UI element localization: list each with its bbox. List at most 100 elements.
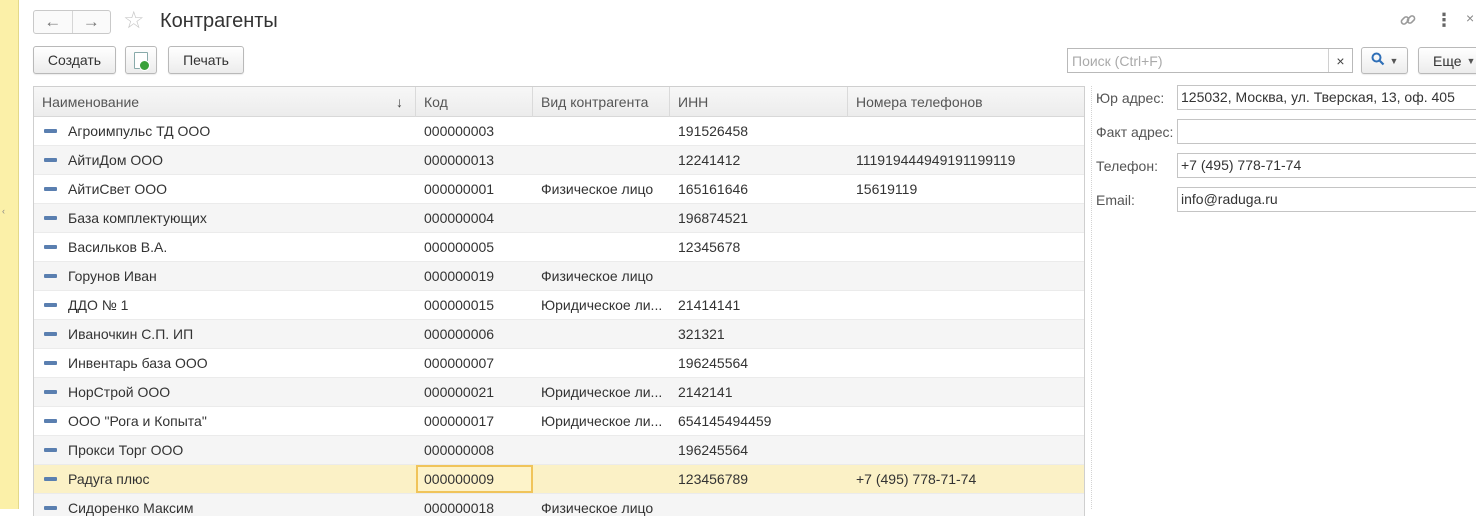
cell-inn[interactable]: 654145494459 bbox=[670, 407, 848, 435]
cell-name[interactable]: Инвентарь база ООО bbox=[34, 349, 416, 377]
table-row[interactable]: Радуга плюс 000000009 123456789 +7 (495) 77… bbox=[34, 465, 1084, 494]
cell-inn[interactable]: 191526458 bbox=[670, 117, 848, 145]
cell-name[interactable]: АйтиСвет ООО bbox=[34, 175, 416, 203]
cell-name[interactable]: Горунов Иван bbox=[34, 262, 416, 290]
cell-type[interactable] bbox=[533, 320, 670, 348]
cell-type[interactable] bbox=[533, 233, 670, 261]
phone-field[interactable]: +7 (495) 778-71-74 bbox=[1177, 153, 1476, 178]
cell-phones[interactable] bbox=[848, 378, 1084, 406]
cell-phones[interactable] bbox=[848, 349, 1084, 377]
favorite-star-icon[interactable]: ☆ bbox=[123, 9, 145, 33]
cell-code[interactable]: 000000017 bbox=[416, 407, 533, 435]
table-row[interactable]: Иваночкин С.П. ИП 000000006 321321 bbox=[34, 320, 1084, 349]
table-row[interactable]: Инвентарь база ООО 000000007 196245564 bbox=[34, 349, 1084, 378]
cell-code[interactable]: 000000019 bbox=[416, 262, 533, 290]
cell-code[interactable]: 000000009 bbox=[416, 465, 533, 493]
cell-name[interactable]: ДДО № 1 bbox=[34, 291, 416, 319]
table-row[interactable]: Прокси Торг ООО 000000008 196245564 bbox=[34, 436, 1084, 465]
cell-inn[interactable]: 196874521 bbox=[670, 204, 848, 232]
cell-name[interactable]: Васильков В.А. bbox=[34, 233, 416, 261]
cell-phones[interactable] bbox=[848, 436, 1084, 464]
back-arrow-icon[interactable]: ← bbox=[34, 11, 72, 33]
cell-name[interactable]: Прокси Торг ООО bbox=[34, 436, 416, 464]
cell-name[interactable]: База комплектующих bbox=[34, 204, 416, 232]
cell-phones[interactable]: 111919444949191199119 bbox=[848, 146, 1084, 174]
cell-code[interactable]: 000000008 bbox=[416, 436, 533, 464]
cell-inn[interactable]: 12345678 bbox=[670, 233, 848, 261]
cell-code[interactable]: 000000004 bbox=[416, 204, 533, 232]
cell-inn[interactable]: 2142141 bbox=[670, 378, 848, 406]
cell-type[interactable] bbox=[533, 146, 670, 174]
cell-inn[interactable]: 165161646 bbox=[670, 175, 848, 203]
column-header-code[interactable]: Код bbox=[416, 87, 533, 117]
table-row[interactable]: ООО "Рога и Копыта" 000000017 Юридическое … bbox=[34, 407, 1084, 436]
cell-phones[interactable] bbox=[848, 117, 1084, 145]
cell-name[interactable]: Радуга плюс bbox=[34, 465, 416, 493]
more-vertical-icon[interactable]: ⋮ bbox=[1435, 11, 1453, 29]
cell-inn[interactable]: 21414141 bbox=[670, 291, 848, 319]
column-header-inn[interactable]: ИНН bbox=[670, 87, 848, 117]
column-header-name[interactable]: Наименование ↓ bbox=[34, 87, 416, 117]
cell-name[interactable]: Агроимпульс ТД ООО bbox=[34, 117, 416, 145]
search-input[interactable] bbox=[1068, 49, 1328, 72]
cell-phones[interactable] bbox=[848, 291, 1084, 319]
search-button[interactable]: ▼ bbox=[1361, 47, 1408, 74]
cell-type[interactable]: Юридическое ли... bbox=[533, 407, 670, 435]
cell-code[interactable]: 000000005 bbox=[416, 233, 533, 261]
cell-inn[interactable]: 196245564 bbox=[670, 436, 848, 464]
cell-code[interactable]: 000000015 bbox=[416, 291, 533, 319]
legal-address-field[interactable]: 125032, Москва, ул. Тверская, 13, оф. 40… bbox=[1177, 85, 1476, 110]
cell-type[interactable] bbox=[533, 117, 670, 145]
table-row[interactable]: Агроимпульс ТД ООО 000000003 191526458 bbox=[34, 117, 1084, 146]
forward-arrow-icon[interactable]: → bbox=[71, 11, 111, 33]
cell-name[interactable]: Сидоренко Максим bbox=[34, 494, 416, 516]
table-row[interactable]: Васильков В.А. 000000005 12345678 bbox=[34, 233, 1084, 262]
cell-phones[interactable] bbox=[848, 320, 1084, 348]
cell-code[interactable]: 000000013 bbox=[416, 146, 533, 174]
cell-inn[interactable]: 196245564 bbox=[670, 349, 848, 377]
cell-inn[interactable]: 123456789 bbox=[670, 465, 848, 493]
cell-phones[interactable] bbox=[848, 204, 1084, 232]
cell-name[interactable]: ООО "Рога и Копыта" bbox=[34, 407, 416, 435]
link-icon[interactable] bbox=[1399, 11, 1417, 33]
cell-inn[interactable] bbox=[670, 262, 848, 290]
more-button[interactable]: Еще ▼ bbox=[1418, 47, 1476, 74]
cell-type[interactable]: Юридическое ли... bbox=[533, 378, 670, 406]
cell-name[interactable]: НорСтрой ООО bbox=[34, 378, 416, 406]
cell-code[interactable]: 000000001 bbox=[416, 175, 533, 203]
cell-type[interactable]: Физическое лицо bbox=[533, 494, 670, 516]
close-icon[interactable]: × bbox=[1466, 11, 1474, 25]
cell-phones[interactable] bbox=[848, 407, 1084, 435]
cell-inn[interactable]: 321321 bbox=[670, 320, 848, 348]
cell-type[interactable]: Физическое лицо bbox=[533, 175, 670, 203]
print-button[interactable]: Печать bbox=[168, 46, 244, 74]
cell-phones[interactable]: 15619119 bbox=[848, 175, 1084, 203]
table-row[interactable]: АйтиДом ООО 000000013 12241412 111919444949… bbox=[34, 146, 1084, 175]
cell-type[interactable]: Юридическое ли... bbox=[533, 291, 670, 319]
table-row[interactable]: Сидоренко Максим 000000018 Физическое лицо bbox=[34, 494, 1084, 516]
search-clear-button[interactable]: × bbox=[1328, 49, 1352, 72]
cell-name[interactable]: Иваночкин С.П. ИП bbox=[34, 320, 416, 348]
actual-address-field[interactable] bbox=[1177, 119, 1476, 144]
cell-type[interactable] bbox=[533, 465, 670, 493]
table-row[interactable]: База комплектующих 000000004 196874521 bbox=[34, 204, 1084, 233]
cell-code[interactable]: 000000003 bbox=[416, 117, 533, 145]
column-header-phones[interactable]: Номера телефонов bbox=[848, 87, 1084, 117]
table-row[interactable]: ДДО № 1 000000015 Юридическое ли... 2141414… bbox=[34, 291, 1084, 320]
create-button[interactable]: Создать bbox=[33, 46, 116, 74]
cell-code[interactable]: 000000007 bbox=[416, 349, 533, 377]
table-row[interactable]: АйтиСвет ООО 000000001 Физическое лицо 1651… bbox=[34, 175, 1084, 204]
cell-type[interactable] bbox=[533, 349, 670, 377]
cell-inn[interactable]: 12241412 bbox=[670, 146, 848, 174]
cell-phones[interactable] bbox=[848, 494, 1084, 516]
cell-phones[interactable] bbox=[848, 262, 1084, 290]
cell-type[interactable]: Физическое лицо bbox=[533, 262, 670, 290]
table-row[interactable]: НорСтрой ООО 000000021 Юридическое ли... 21… bbox=[34, 378, 1084, 407]
table-row[interactable]: Горунов Иван 000000019 Физическое лицо bbox=[34, 262, 1084, 291]
email-field[interactable]: info@raduga.ru bbox=[1177, 187, 1476, 212]
cell-code[interactable]: 000000018 bbox=[416, 494, 533, 516]
create-copy-button[interactable] bbox=[125, 46, 157, 74]
column-header-type[interactable]: Вид контрагента bbox=[533, 87, 670, 117]
cell-code[interactable]: 000000006 bbox=[416, 320, 533, 348]
cell-type[interactable] bbox=[533, 204, 670, 232]
